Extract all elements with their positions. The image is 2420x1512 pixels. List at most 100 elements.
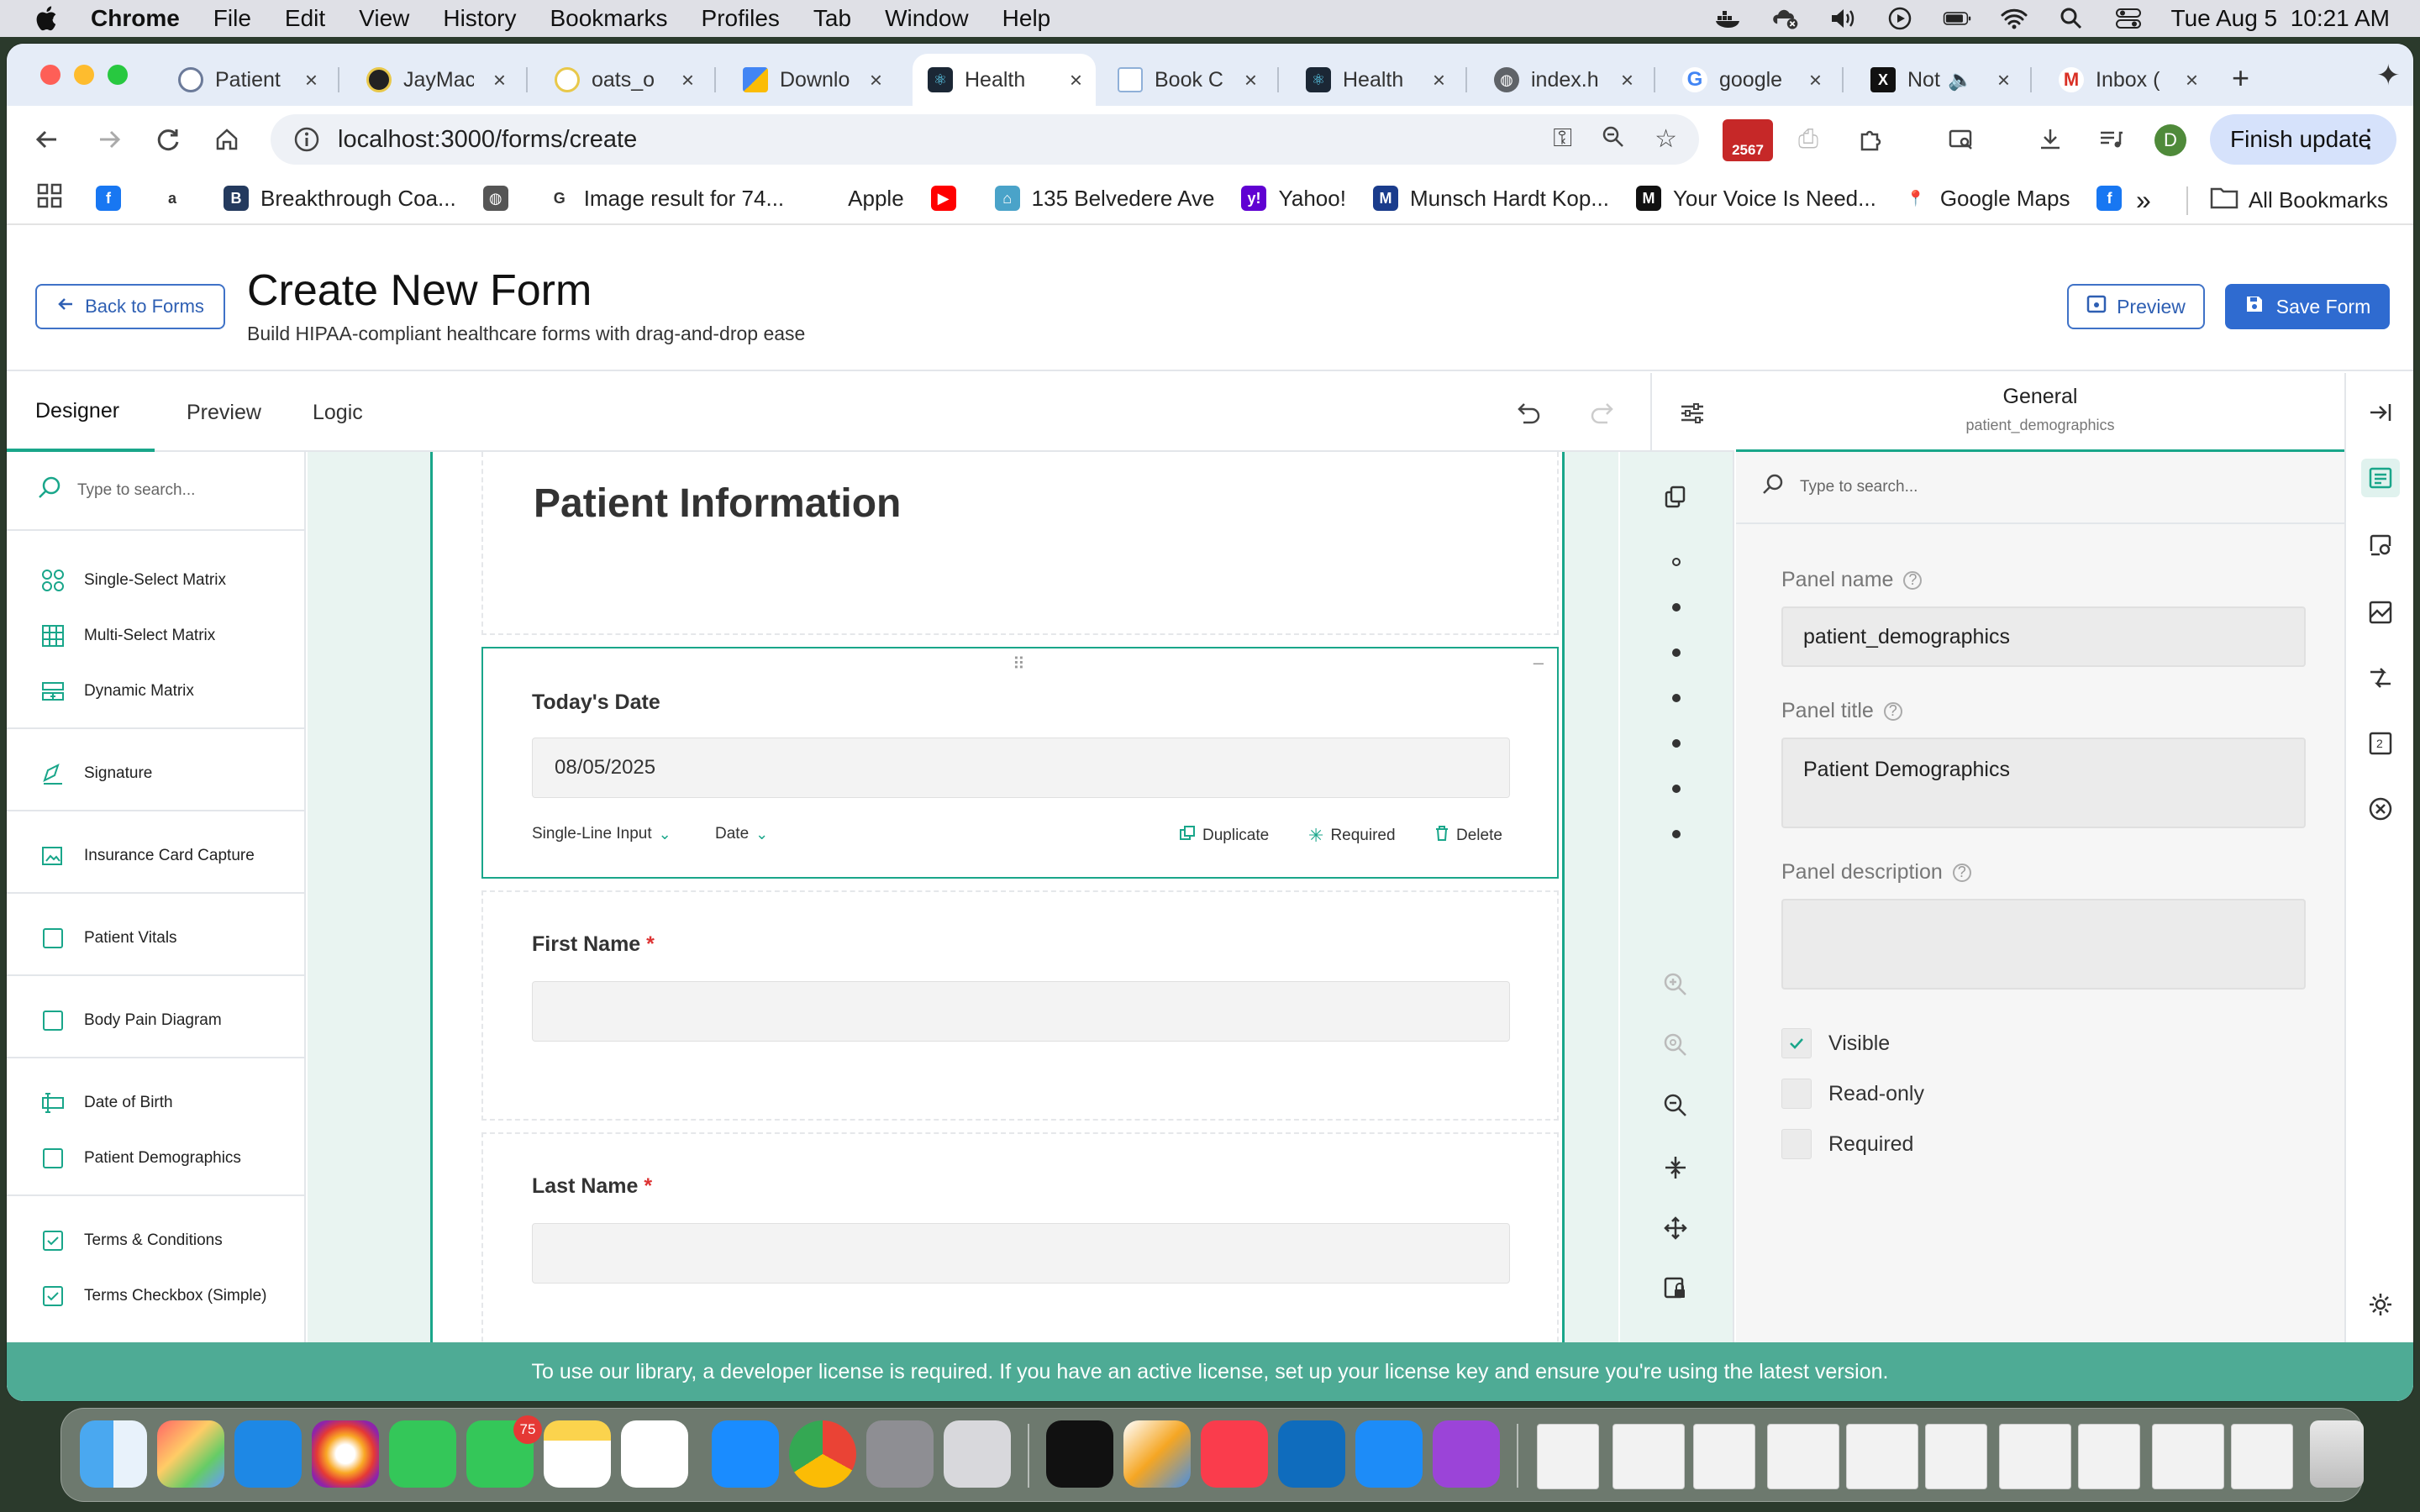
browser-tab[interactable]: X Not 🔈 × [1855,54,2023,106]
back-arrow-icon[interactable] [25,118,69,161]
unchecked-box[interactable] [1781,1129,1812,1159]
nav-dot[interactable] [1672,785,1681,793]
bookmark-item[interactable]: M Munsch Hardt Kop... [1372,186,1609,212]
bookmark-item[interactable]: ⌂ 135 Belvedere Ave [994,186,1214,212]
toolbox-item-dynamic-matrix[interactable]: Dynamic Matrix [40,679,194,704]
close-tab-icon[interactable]: × [1809,67,1822,93]
property-section-title[interactable]: General [1736,385,2344,409]
question-card-todays-date[interactable]: ⠿ – Today's Date 08/05/2025 Single-Line … [481,647,1559,879]
question-title[interactable]: Last Name * [532,1174,652,1199]
recent-document-thumbnail[interactable] [1846,1424,1918,1489]
bookmark-star-icon[interactable]: ☆ [1655,124,1677,156]
menu-profiles[interactable]: Profiles [702,5,780,32]
docker-status-icon[interactable] [1714,6,1743,31]
close-tab-icon[interactable]: × [2186,67,2198,93]
toolbox-item-insurance-card-capture[interactable]: Insurance Card Capture [40,843,255,869]
drag-handle-icon[interactable]: ⠿ [1013,654,1027,675]
recent-document-thumbnail[interactable] [2231,1424,2293,1489]
browser-tab-active[interactable]: ⚛ Health × [913,54,1096,106]
media-controls-icon[interactable] [2089,118,2133,161]
bookmark-item[interactable]: a [160,186,197,211]
toolbox-item-body-pain-diagram[interactable]: Body Pain Diagram [40,1008,222,1033]
password-key-icon[interactable]: ⚿ [1553,124,1572,156]
new-tab-icon[interactable]: + [2232,60,2249,96]
reload-icon[interactable] [146,118,190,161]
iphone-mirroring-icon[interactable] [944,1420,1011,1488]
trash-icon[interactable] [2310,1420,2364,1488]
recent-document-thumbnail[interactable] [2078,1424,2140,1489]
close-tab-icon[interactable]: × [1244,67,1257,93]
question-card-first-name[interactable]: First Name * [481,890,1559,1121]
site-info-icon[interactable] [292,125,321,154]
app-store-icon[interactable] [712,1420,779,1488]
wifi-icon[interactable] [2000,6,2028,31]
bookmark-item[interactable]: 📍 Google Maps [1902,186,2070,212]
close-tab-icon[interactable]: × [1997,67,2010,93]
save-form-button[interactable]: Save Form [2225,284,2390,329]
browser-tab[interactable]: M Inbox ( × [2044,54,2212,106]
address-bar[interactable]: localhost:3000/forms/create ⚿ ☆ [271,114,1699,165]
spotlight-search-icon[interactable] [2057,6,2086,31]
launchpad-app-icon[interactable] [157,1420,224,1488]
photos-app-icon[interactable] [312,1420,379,1488]
layout-icon[interactable] [2361,593,2400,632]
extensions-puzzle-icon[interactable] [1849,118,1892,161]
bookmark-item[interactable]: B Breakthrough Coa... [224,186,456,212]
form-title[interactable]: Patient Information [534,480,901,527]
toolbox-item-terms-checkbox-simple[interactable]: Terms Checkbox (Simple) [40,1284,267,1309]
browser-tab[interactable]: Book C × [1102,54,1270,106]
panel-name-input[interactable]: patient_demographics [1781,606,2306,667]
zoom-reset-icon[interactable] [1659,1028,1692,1062]
nav-dot[interactable] [1672,603,1681,612]
menu-view[interactable]: View [359,5,409,32]
recent-document-thumbnail[interactable] [1999,1424,2071,1489]
apple-logo-icon[interactable] [34,4,62,33]
bookmark-item[interactable]: Apple [811,186,904,212]
close-tab-icon[interactable]: × [870,67,882,93]
tab-search-icon[interactable] [1939,118,1983,161]
extension-badge[interactable]: 2567 [1723,119,1773,161]
recent-document-thumbnail[interactable] [1767,1424,1839,1489]
nav-dot[interactable] [1672,830,1681,838]
terminal-app-icon[interactable] [1046,1420,1113,1488]
collapse-vertical-icon[interactable] [1659,1151,1692,1184]
toolbox-item-date-of-birth[interactable]: Date of Birth [40,1090,173,1116]
cloud-sync-icon[interactable] [1771,6,1800,31]
checkmark-icon[interactable] [1781,1028,1812,1058]
bookmark-item[interactable]: ▶ [930,186,968,211]
tab-preview[interactable]: Preview [187,373,261,452]
collapse-icon[interactable]: – [1534,652,1544,674]
nav-dot[interactable] [1672,739,1681,748]
help-circle-icon[interactable]: ? [1952,863,1971,882]
zoom-out-icon[interactable] [1659,1089,1692,1122]
required-checkbox[interactable]: Required [1781,1129,1913,1159]
recent-document-thumbnail[interactable] [1925,1424,1987,1489]
collapse-panel-icon[interactable] [2361,393,2400,432]
delete-button[interactable]: Delete [1434,825,1502,847]
chrome-app-icon[interactable] [789,1420,856,1488]
validation-x-icon[interactable] [2361,790,2400,828]
volume-icon[interactable] [1828,6,1857,31]
forward-arrow-icon[interactable] [87,118,131,161]
property-search[interactable]: Type to search... [1736,452,2344,524]
recent-document-thumbnail[interactable] [2152,1424,2224,1489]
clock[interactable]: Tue Aug 5 10:21 AM [2171,5,2390,32]
unchecked-box[interactable] [1781,1079,1812,1109]
menu-edit[interactable]: Edit [285,5,325,32]
read-only-checkbox[interactable]: Read-only [1781,1079,1924,1109]
tab-designer[interactable]: Designer [7,373,155,452]
battery-icon[interactable] [1943,6,1971,31]
recent-document-thumbnail[interactable] [1612,1424,1685,1489]
bookmark-item[interactable]: y! Yahoo! [1241,186,1346,212]
system-settings-icon[interactable] [866,1420,934,1488]
close-tab-icon[interactable]: × [1621,67,1634,93]
browser-tab[interactable]: Patient × [163,54,331,106]
gear-icon[interactable] [2361,1285,2400,1324]
menu-app-name[interactable]: Chrome [91,5,180,32]
panel-description-input[interactable] [1781,899,2306,990]
close-tab-icon[interactable]: × [1070,67,1082,93]
menu-bookmarks[interactable]: Bookmarks [550,5,667,32]
help-circle-icon[interactable]: ? [1883,701,1902,721]
facetime-app-icon[interactable] [389,1420,456,1488]
toolbox-search[interactable]: Type to search... [7,452,306,531]
